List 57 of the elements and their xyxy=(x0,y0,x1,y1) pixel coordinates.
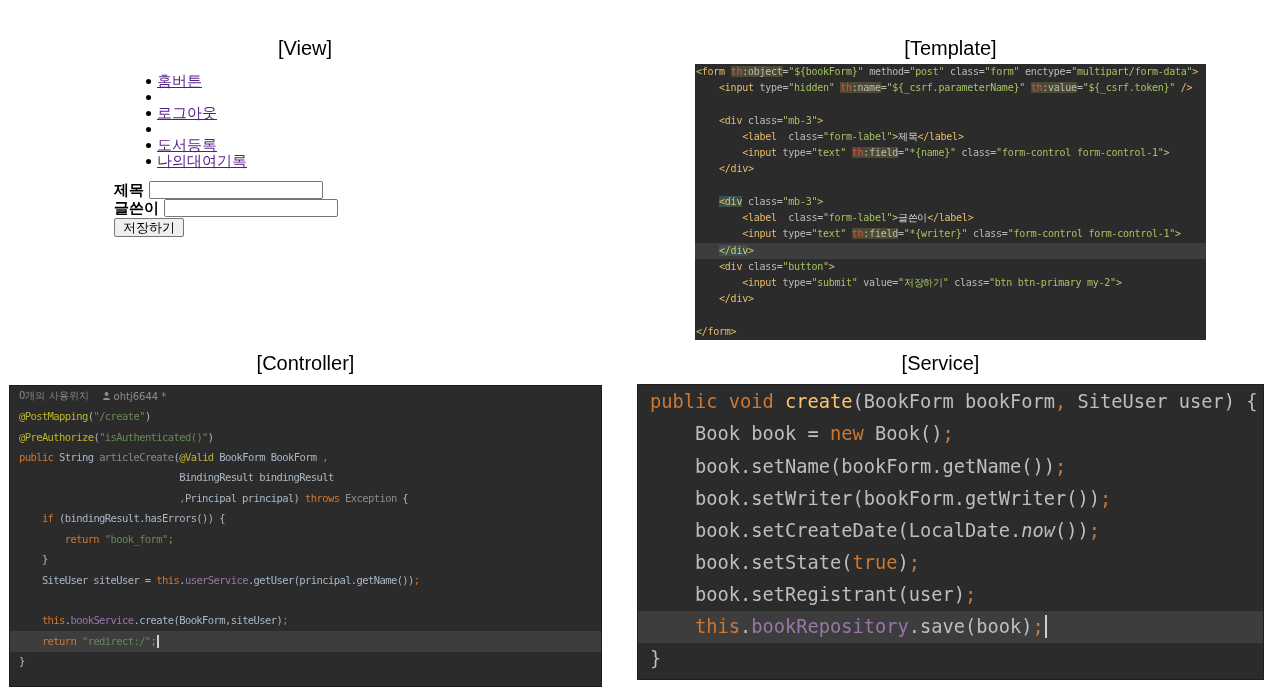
code-line: <label class="form-label">제목</label> xyxy=(742,130,964,144)
code-line: return "redirect:/"; xyxy=(41,634,157,649)
code-line: <input type="text" th:field="*{name}" class="form-control form-control-1"> xyxy=(742,147,1170,160)
code-line: book.setWriter(bookForm.getWriter()); xyxy=(695,486,1112,510)
code-line: book.setName(bookForm.getName()); xyxy=(695,454,1067,478)
code-line: </div> xyxy=(719,244,754,258)
person-icon xyxy=(102,392,110,401)
code-line: public String articleCreate(@Valid BookForm BookForm , xyxy=(19,450,329,465)
nav-link[interactable]: 나의대여기록 xyxy=(157,153,247,169)
code-line: return "book_form"; xyxy=(64,532,174,546)
nav-link[interactable]: 홈버튼 xyxy=(157,73,202,89)
text-input-field[interactable] xyxy=(149,181,323,199)
code-line: <input type="text" th:field="*{writer}" class="form-control form-control-1"> xyxy=(742,228,1181,241)
field-label: 제목 xyxy=(114,181,144,199)
nav-link[interactable]: 도서등록 xyxy=(157,137,217,153)
bullet-icon xyxy=(146,158,151,164)
code-line: SiteUser siteUser = this.userService.getUser(principal.getName()); xyxy=(41,573,420,587)
bullet-icon xyxy=(146,78,151,84)
text-input-field[interactable] xyxy=(164,199,338,217)
code-line: book.setRegistrant(user); xyxy=(695,582,977,607)
code-line: book.setState(true); xyxy=(695,550,921,575)
bullet-icon xyxy=(146,142,151,148)
usages-hint: 0개의 사용위치 xyxy=(19,389,89,404)
code-line: ,Principal principal) throws Exception { xyxy=(179,491,409,505)
nav-link[interactable]: 로그아웃 xyxy=(157,105,217,121)
code-line: <div class="button"> xyxy=(719,260,835,274)
section-title: [Template] xyxy=(904,36,997,60)
code-line: </div> xyxy=(719,293,754,306)
code-line: @PreAuthorize("isAuthenticated()") xyxy=(19,430,214,444)
bullet-icon xyxy=(146,110,151,116)
code-line: if (bindingResult.hasErrors()) { xyxy=(41,512,225,526)
code-line: } xyxy=(41,553,48,567)
code-line: @PostMapping("/create") xyxy=(19,410,151,424)
code-line: <form th:object="${bookForm}" method="post" class="form" enctype="multipart/form-data"> xyxy=(696,65,1199,79)
code-line: this.bookRepository.save(book); xyxy=(695,615,1044,639)
code-line: book.setCreateDate(LocalDate.now()); xyxy=(695,518,1101,543)
code-line: </form> xyxy=(696,325,737,339)
code-line: Book book = new Book(); xyxy=(695,422,954,446)
code-line: BindingResult bindingResult xyxy=(179,471,334,485)
bullet-icon xyxy=(146,94,151,100)
author-hint: ohtj6644 * xyxy=(113,390,167,402)
code-line: } xyxy=(650,647,662,671)
code-line: <div class="mb-3"> xyxy=(719,195,823,209)
code-line: <input type="hidden" th:name="${_csrf.parameterName}" th:value="${_csrf.token}" /> xyxy=(719,82,1193,95)
save-button[interactable]: 저장하기 xyxy=(114,218,184,237)
code-line: public void create(BookForm bookForm, SiteUser user) { xyxy=(650,390,1258,414)
field-label: 글쓴이 xyxy=(114,199,159,217)
code-line: <input type="submit" value="저장하기" class="btn btn-primary my-2"> xyxy=(742,277,1122,290)
code-line: <div class="mb-3"> xyxy=(719,114,823,128)
code-line: </div> xyxy=(719,163,754,176)
code-line: <label class="form-label">글쓴이</label> xyxy=(742,212,974,225)
section-title: [Service] xyxy=(901,351,980,375)
bullet-icon xyxy=(146,126,151,132)
section-title: [View] xyxy=(277,36,333,60)
code-line: } xyxy=(19,655,25,669)
code-line: this.bookService.create(BookForm,siteUser); xyxy=(41,614,288,628)
section-title: [Controller] xyxy=(256,351,355,375)
